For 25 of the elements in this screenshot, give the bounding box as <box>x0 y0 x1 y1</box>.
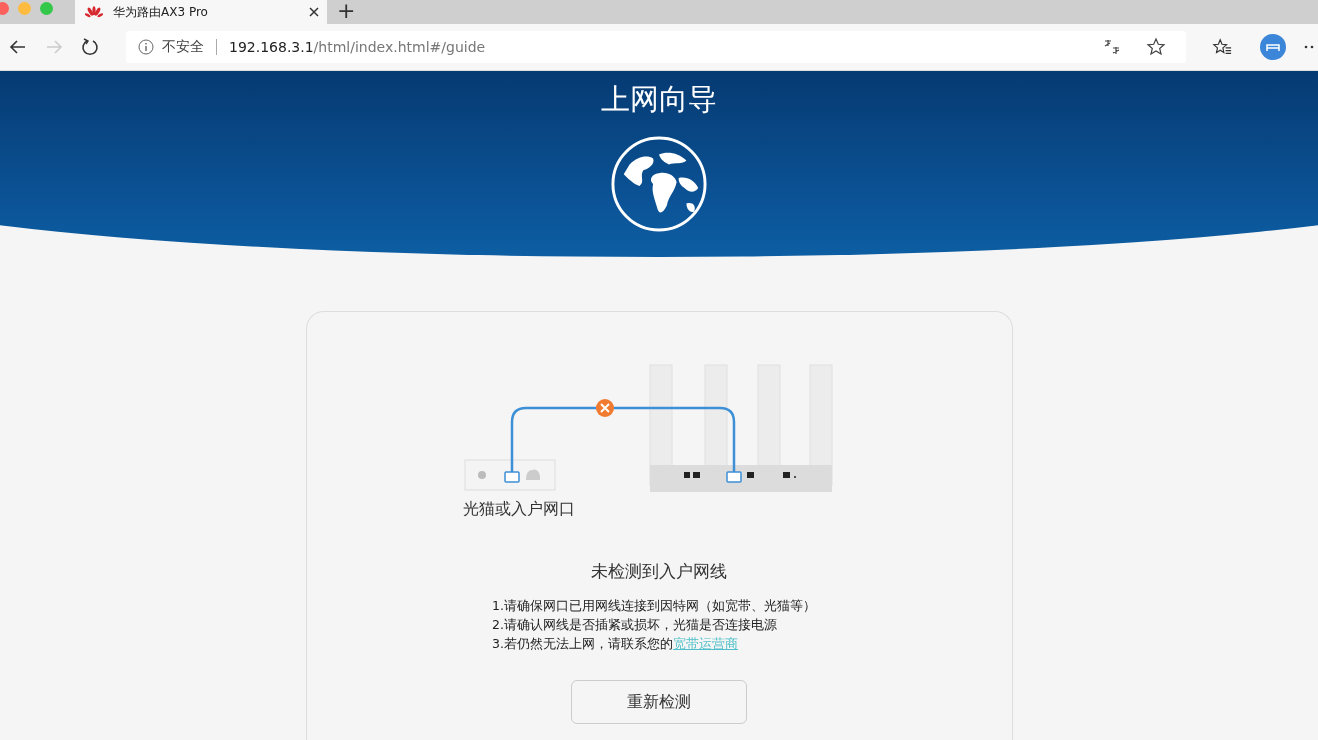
info-icon <box>138 39 154 55</box>
close-icon[interactable] <box>309 7 319 17</box>
tab-title: 华为路由AX3 Pro <box>113 3 209 21</box>
favorites-icon[interactable] <box>1212 37 1232 57</box>
minimize-window-dot[interactable] <box>18 1 31 15</box>
page-title: 上网向导 <box>601 81 717 117</box>
status-heading: 未检测到入户网线 <box>591 560 727 583</box>
flower-logo-icon <box>85 5 103 19</box>
tip-text: 1.请确保网口已用网线连接到因特网（如宽带、光猫等） <box>492 597 816 614</box>
browser-tab[interactable]: 华为路由AX3 Pro <box>75 0 327 24</box>
more-icon[interactable] <box>1304 45 1314 49</box>
port-label: 光猫或入户网口 <box>463 499 575 520</box>
url-text: 192.168.3.1/html/index.html#/guide <box>229 39 486 55</box>
profile-avatar-icon[interactable] <box>1260 34 1286 60</box>
security-label: 不安全 <box>162 38 204 56</box>
reload-icon[interactable] <box>80 37 100 57</box>
star-icon[interactable] <box>1146 37 1166 57</box>
address-bar[interactable]: 不安全 192.168.3.1/html/index.html#/guide <box>126 31 1186 63</box>
tip-text: 2.请确认网线是否插紧或损坏，光猫是否连接电源 <box>492 616 778 633</box>
tip-text: 3.若仍然无法上网，请联系您的宽带运营商 <box>492 635 739 652</box>
close-window-dot[interactable] <box>0 1 9 15</box>
globe-icon <box>610 135 708 233</box>
new-tab-button[interactable]: + <box>327 0 366 24</box>
maximize-window-dot[interactable] <box>40 1 53 15</box>
retry-button[interactable]: 重新检测 <box>571 680 747 724</box>
